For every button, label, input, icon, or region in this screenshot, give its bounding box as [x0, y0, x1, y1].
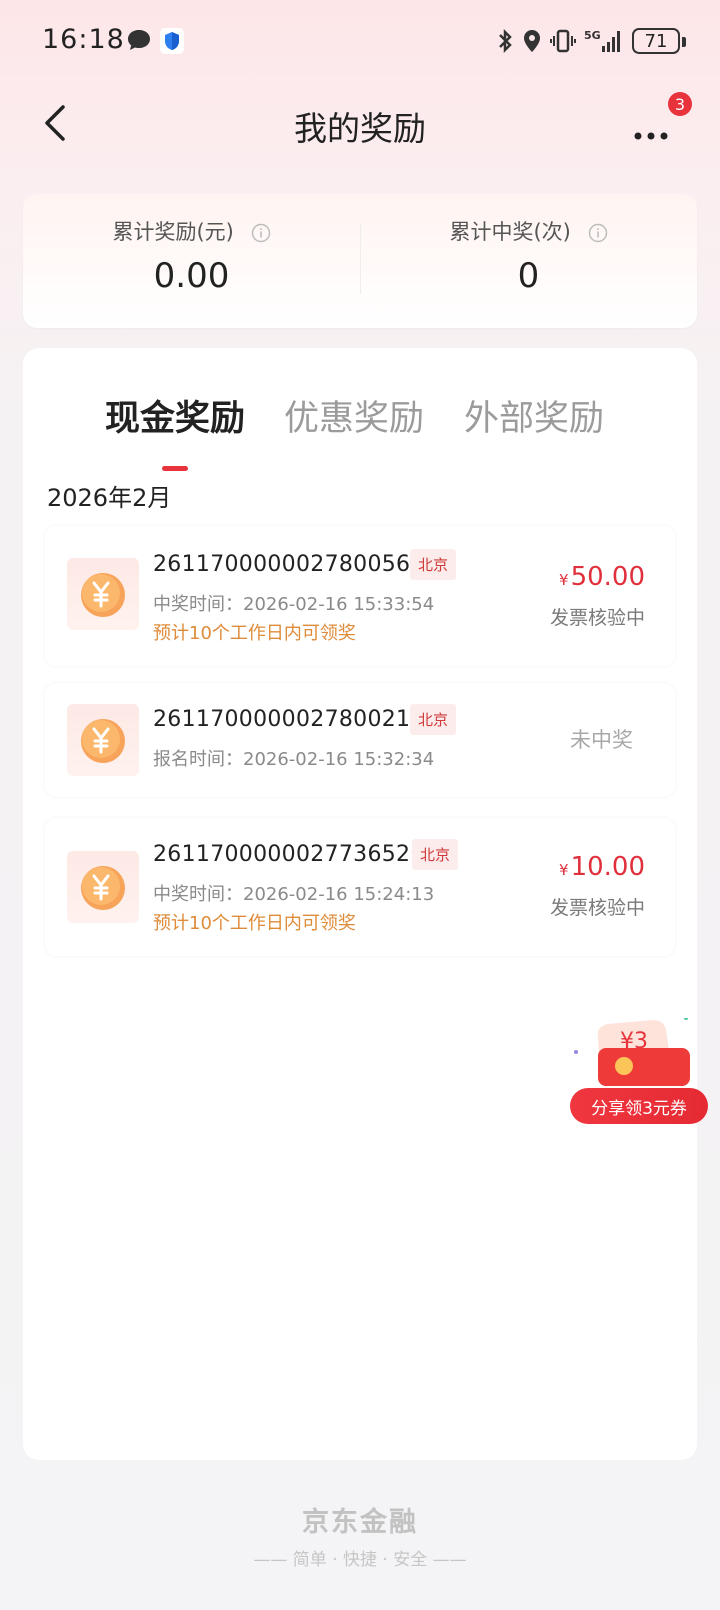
city-tag: 北京: [410, 704, 457, 735]
chat-bubble-icon: [128, 30, 150, 50]
yuan-coin-icon: [67, 704, 139, 776]
summary-card: 累计奖励(元) 0.00 累计中奖(次) 0: [23, 194, 697, 328]
tab-discount-reward[interactable]: 优惠奖励: [284, 390, 424, 441]
share-label: 分享领3元券: [570, 1088, 708, 1124]
active-tab-indicator: [162, 466, 188, 471]
total-wins-section: 累计中奖(次) 0: [360, 194, 697, 328]
share-coupon-float[interactable]: ¥3 分享领3元券: [568, 1018, 718, 1126]
total-reward-label: 累计奖励(元): [112, 220, 234, 244]
total-reward-section: 累计奖励(元) 0.00: [23, 194, 360, 328]
yuan-coin-icon: [67, 558, 139, 630]
reward-amount: ¥50.00: [559, 562, 645, 592]
record-status: 未中奖: [570, 728, 633, 752]
total-wins-label-row: 累计中奖(次): [360, 216, 697, 246]
currency-symbol: ¥: [559, 571, 569, 589]
red-envelope-icon: ¥3: [574, 1018, 690, 1086]
svg-text:5G: 5G: [584, 29, 601, 42]
battery-indicator: 71: [632, 28, 686, 54]
amount-value: 10.00: [570, 852, 645, 882]
status-time: 16:18: [42, 24, 125, 55]
status-icons: 5G 71: [496, 26, 686, 56]
rewards-panel: 现金奖励 优惠奖励 外部奖励 2026年2月 26117000000278005…: [23, 348, 697, 1460]
notification-badge: 3: [668, 92, 692, 116]
record-time: 报名时间：2026-02-16 15:32:34: [153, 749, 435, 770]
coupon-amount: ¥3: [620, 1029, 648, 1054]
record-status: 发票核验中: [549, 897, 645, 919]
record-note: 预计10个工作日内可领奖: [153, 623, 356, 644]
footer-brand: 京东金融: [302, 1507, 418, 1538]
signal-5g-icon: 5G: [584, 29, 620, 52]
page-title: 我的奖励: [294, 109, 426, 148]
total-reward-value: 0.00: [153, 256, 230, 296]
vibrate-icon: [550, 29, 576, 53]
record-id: 26117000000278005621: [153, 552, 439, 577]
total-wins-value: 0: [517, 256, 540, 296]
record-status: 发票核验中: [549, 607, 645, 629]
total-wins-label: 累计中奖(次): [449, 220, 571, 244]
tab-cash-reward[interactable]: 现金奖励: [105, 390, 245, 441]
reward-tabs: 现金奖励 优惠奖励 外部奖励: [23, 378, 697, 471]
bluetooth-icon: [499, 28, 512, 54]
yuan-coin-icon: [67, 851, 139, 923]
reward-record[interactable]: 26117000000278002134 北京 报名时间：2026-02-16 …: [45, 683, 675, 797]
reward-amount: ¥10.00: [559, 852, 645, 882]
battery-level: 71: [644, 30, 668, 52]
security-shield-icon: [160, 28, 184, 54]
currency-symbol: ¥: [559, 861, 569, 879]
record-time: 中奖时间：2026-02-16 15:24:13: [153, 884, 435, 905]
record-id: 26117000000278002134: [153, 707, 439, 732]
city-tag: 北京: [412, 839, 459, 870]
info-icon[interactable]: [588, 223, 608, 243]
footer-slogan: —— 简单 · 快捷 · 安全 ——: [253, 1550, 467, 1570]
reward-record[interactable]: 26117000000278005621 北京 中奖时间：2026-02-16 …: [45, 526, 675, 666]
nav-bar: 我的奖励: [0, 84, 720, 164]
reward-record[interactable]: 26117000000277365269 北京 中奖时间：2026-02-16 …: [45, 818, 675, 956]
record-id: 26117000000277365269: [153, 842, 439, 867]
info-icon[interactable]: [251, 223, 271, 243]
record-time: 中奖时间：2026-02-16 15:33:54: [153, 594, 435, 615]
city-tag: 北京: [410, 549, 457, 580]
record-note: 预计10个工作日内可领奖: [153, 913, 356, 934]
total-reward-label-row: 累计奖励(元): [23, 216, 360, 246]
amount-value: 50.00: [570, 562, 645, 592]
location-icon: [524, 30, 540, 52]
month-heading: 2026年2月: [47, 484, 172, 512]
status-bar: 16:18 5G 71: [0, 0, 720, 84]
tab-external-reward[interactable]: 外部奖励: [464, 390, 604, 441]
